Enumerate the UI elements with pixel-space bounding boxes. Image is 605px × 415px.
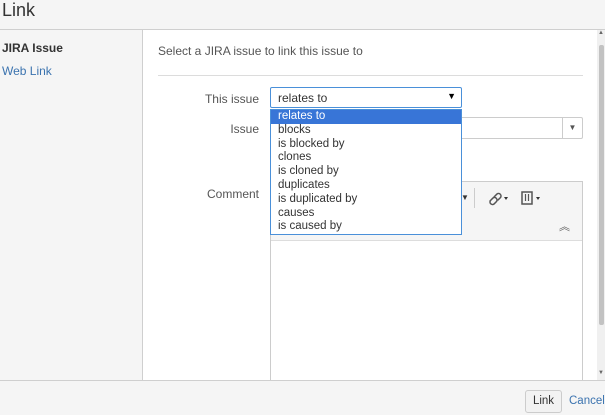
relation-option[interactable]: causes xyxy=(271,207,461,221)
comment-label: Comment xyxy=(206,187,259,201)
relation-option[interactable]: blocks xyxy=(271,124,461,138)
dialog-title: Link xyxy=(2,0,36,20)
sidebar-item-web-link[interactable]: Web Link xyxy=(2,64,52,78)
dialog-footer: Link Cancel xyxy=(0,380,605,415)
relation-select[interactable]: relates to ▼ xyxy=(270,87,462,108)
relation-option[interactable]: is duplicated by xyxy=(271,193,461,207)
attachment-icon[interactable] xyxy=(519,189,547,207)
scroll-down-icon[interactable]: ▼ xyxy=(598,370,604,376)
sidebar-item-jira-issue[interactable]: JIRA Issue xyxy=(2,41,63,55)
relation-select-value: relates to xyxy=(278,91,328,105)
this-issue-label: This issue xyxy=(204,92,259,106)
relation-option[interactable]: is caused by xyxy=(271,220,461,234)
caret-down-icon: ▼ xyxy=(447,91,456,101)
relation-option[interactable]: clones xyxy=(271,151,461,165)
relation-option[interactable]: relates to xyxy=(271,110,461,124)
scroll-up-icon[interactable]: ▲ xyxy=(598,30,604,36)
sidebar: JIRA Issue Web Link xyxy=(0,30,143,380)
dialog-header: Link xyxy=(0,0,605,30)
collapse-up-icon[interactable]: ︽ xyxy=(559,218,570,234)
chevron-down-icon[interactable]: ▼ xyxy=(562,118,582,138)
scrollbar-thumb[interactable] xyxy=(599,45,604,325)
relation-dropdown-list: relates to blocks is blocked by clones i… xyxy=(270,109,462,235)
cancel-link[interactable]: Cancel xyxy=(569,395,605,407)
relation-option[interactable]: duplicates xyxy=(271,179,461,193)
link-button[interactable]: Link xyxy=(525,390,562,413)
relation-option[interactable]: is cloned by xyxy=(271,165,461,179)
link-icon[interactable] xyxy=(484,189,512,207)
form-intro-text: Select a JIRA issue to link this issue t… xyxy=(158,44,363,58)
caret-down-icon[interactable]: ▼ xyxy=(461,193,469,202)
relation-option[interactable]: is blocked by xyxy=(271,138,461,152)
issue-label: Issue xyxy=(230,122,259,136)
toolbar-divider xyxy=(474,188,475,208)
divider xyxy=(158,75,583,76)
